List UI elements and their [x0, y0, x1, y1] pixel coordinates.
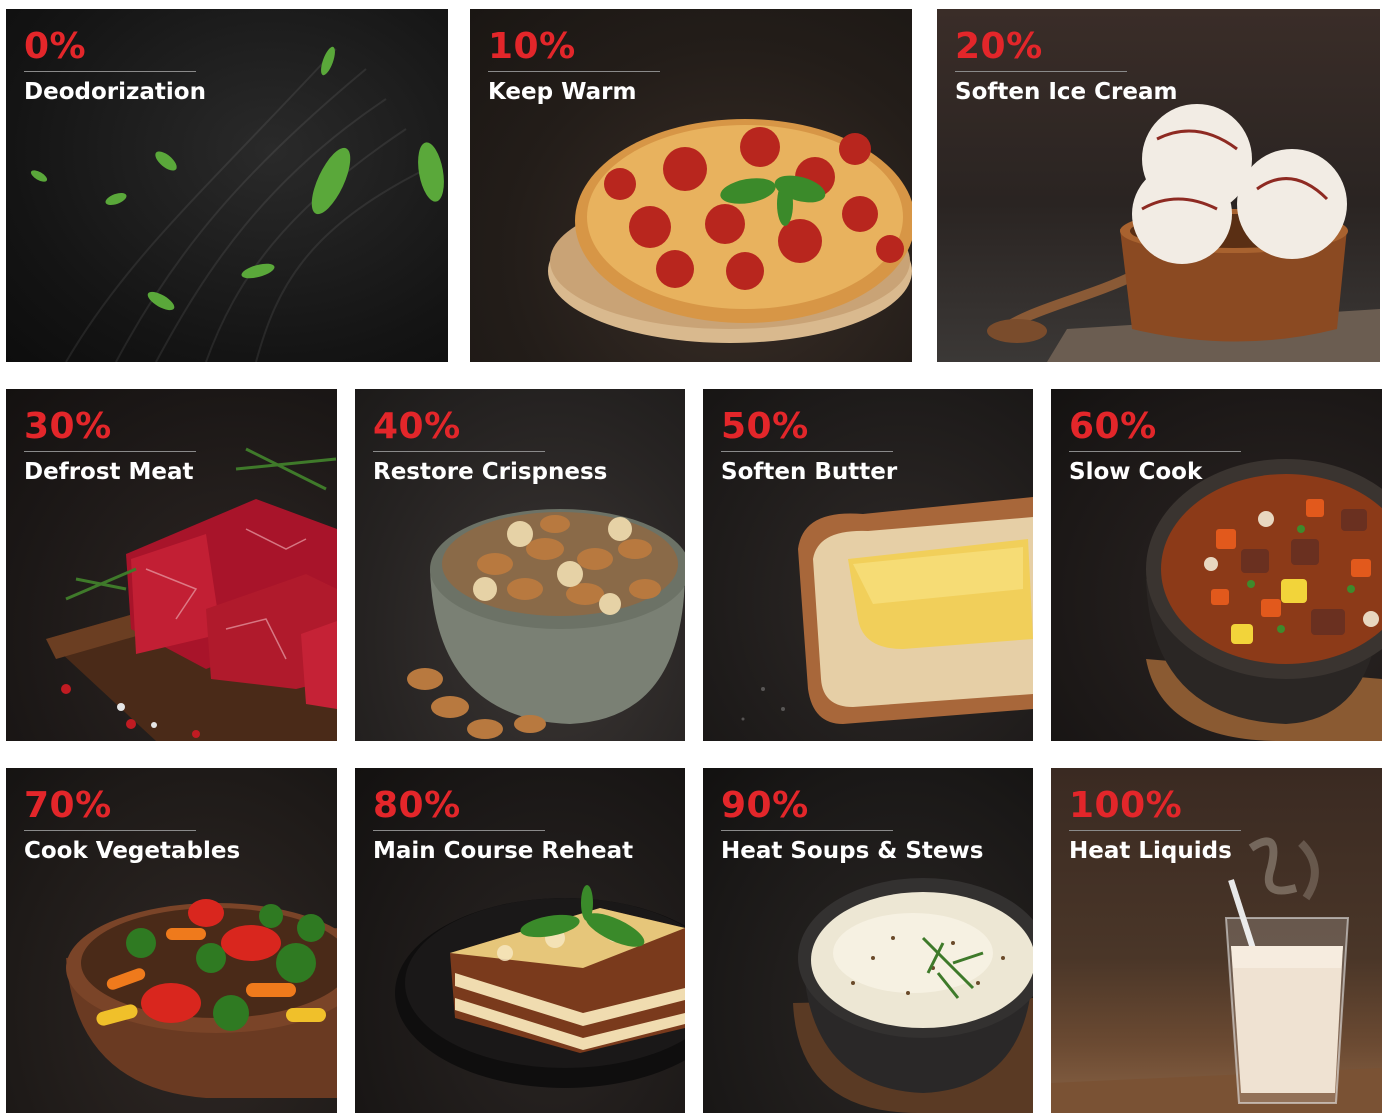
tile-caption: 100% Heat Liquids	[1069, 786, 1241, 865]
mode-label: Heat Soups & Stews	[721, 838, 984, 864]
caption-divider	[24, 451, 196, 452]
caption-divider	[1069, 451, 1241, 452]
mode-tile-soften-butter: 50% Soften Butter	[703, 389, 1033, 741]
mode-tile-heat-soups-stews: 90% Heat Soups & Stews	[703, 768, 1033, 1113]
caption-divider	[24, 830, 196, 831]
mode-label: Cook Vegetables	[24, 838, 241, 864]
tile-caption: 0% Deodorization	[24, 27, 206, 106]
mode-tile-restore-crispness: 40% Restore Crispness	[355, 389, 685, 741]
mode-label: Keep Warm	[488, 79, 637, 105]
power-percent: 100%	[1069, 785, 1183, 826]
power-percent: 0%	[24, 26, 87, 67]
mode-tile-heat-liquids: 100% Heat Liquids	[1051, 768, 1382, 1113]
mode-label: Soften Butter	[721, 459, 898, 485]
caption-divider	[1069, 830, 1241, 831]
power-percent: 40%	[373, 406, 461, 447]
power-percent: 70%	[24, 785, 112, 826]
mode-tile-slow-cook: 60% Slow Cook	[1051, 389, 1382, 741]
mode-label: Soften Ice Cream	[955, 79, 1178, 105]
mode-tile-keep-warm: 10% Keep Warm	[470, 9, 912, 362]
caption-divider	[955, 71, 1127, 72]
mode-tile-main-course-reheat: 80% Main Course Reheat	[355, 768, 685, 1113]
tile-caption: 80% Main Course Reheat	[373, 786, 633, 865]
tile-caption: 60% Slow Cook	[1069, 407, 1241, 486]
mode-label: Deodorization	[24, 79, 206, 105]
power-percent: 80%	[373, 785, 461, 826]
tile-caption: 30% Defrost Meat	[24, 407, 196, 486]
mode-tile-defrost-meat: 30% Defrost Meat	[6, 389, 337, 741]
caption-divider	[721, 451, 893, 452]
power-percent: 20%	[955, 26, 1043, 67]
power-percent: 30%	[24, 406, 112, 447]
tile-caption: 40% Restore Crispness	[373, 407, 607, 486]
tile-caption: 20% Soften Ice Cream	[955, 27, 1177, 106]
mode-tile-deodorization: 0% Deodorization	[6, 9, 448, 362]
mode-tile-soften-ice-cream: 20% Soften Ice Cream	[937, 9, 1380, 362]
tile-caption: 10% Keep Warm	[488, 27, 660, 106]
tile-caption: 70% Cook Vegetables	[24, 786, 240, 865]
caption-divider	[721, 830, 893, 831]
tile-caption: 90% Heat Soups & Stews	[721, 786, 983, 865]
tile-caption: 50% Soften Butter	[721, 407, 897, 486]
caption-divider	[488, 71, 660, 72]
caption-divider	[24, 71, 196, 72]
mode-label: Heat Liquids	[1069, 838, 1232, 864]
power-percent: 10%	[488, 26, 576, 67]
mode-label: Restore Crispness	[373, 459, 608, 485]
power-percent: 90%	[721, 785, 809, 826]
mode-label: Defrost Meat	[24, 459, 194, 485]
caption-divider	[373, 451, 545, 452]
mode-label: Main Course Reheat	[373, 838, 634, 864]
power-percent: 60%	[1069, 406, 1157, 447]
power-percent: 50%	[721, 406, 809, 447]
mode-tile-cook-vegetables: 70% Cook Vegetables	[6, 768, 337, 1113]
mode-label: Slow Cook	[1069, 459, 1203, 485]
caption-divider	[373, 830, 545, 831]
